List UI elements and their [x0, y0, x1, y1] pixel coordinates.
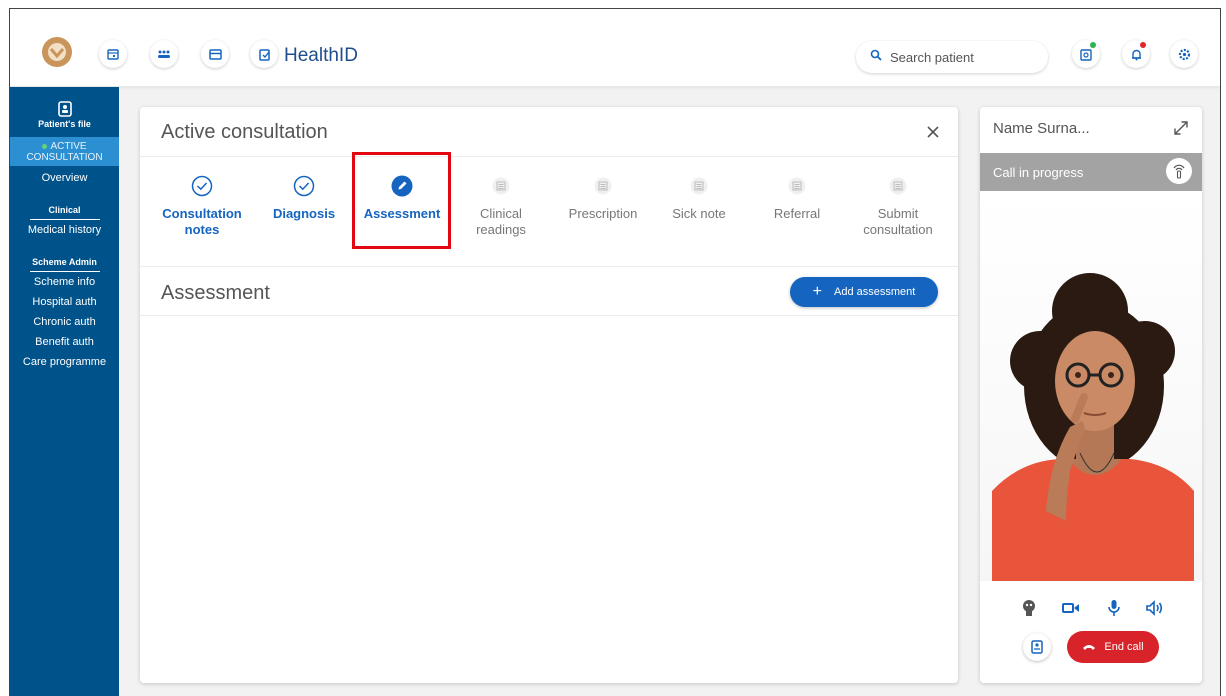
patient-video-image	[992, 273, 1194, 581]
sidebar: Patient's file ACTIVE CONSULTATION Overv…	[10, 87, 119, 696]
search-icon	[870, 48, 882, 66]
appointments-icon[interactable]	[1072, 40, 1100, 68]
notifications-status-dot	[1140, 42, 1146, 48]
step-label: Consultation notes	[162, 206, 242, 237]
avatar-icon[interactable]	[1018, 597, 1040, 619]
video-camera-icon[interactable]	[1060, 597, 1082, 619]
step-label: Diagnosis	[272, 206, 336, 221]
add-assessment-button[interactable]: + Add assessment	[790, 277, 938, 307]
step-submit-consultation[interactable]: Submit consultation	[852, 175, 944, 238]
call-status: Call in progress	[993, 165, 1084, 180]
add-assessment-label: Add assessment	[834, 286, 916, 298]
check-circle-icon	[293, 175, 315, 197]
sidebar-item-benefit-auth[interactable]: Benefit auth	[10, 331, 119, 351]
sidebar-heading-clinical: Clinical	[48, 205, 81, 215]
sidebar-divider	[29, 271, 100, 272]
phone-hangup-icon	[1083, 645, 1096, 650]
sidebar-item-medical-history[interactable]: Medical history	[10, 221, 119, 242]
sidebar-heading-scheme-admin: Scheme Admin	[32, 257, 97, 267]
microphone-icon[interactable]	[1103, 597, 1125, 619]
card-title: Active consultation	[161, 121, 328, 143]
card-icon[interactable]	[201, 40, 229, 68]
check-circle-icon	[191, 175, 213, 197]
sidebar-item-active-consultation[interactable]: ACTIVE CONSULTATION	[10, 137, 119, 166]
section-title: Assessment	[161, 282, 270, 304]
end-call-button[interactable]: End call	[1067, 631, 1159, 663]
logo-icon[interactable]	[42, 37, 72, 67]
switch-device-icon[interactable]	[1023, 633, 1051, 661]
document-icon	[688, 175, 710, 197]
end-call-label: End call	[1104, 641, 1144, 653]
sidebar-item-chronic-auth[interactable]: Chronic auth	[10, 311, 119, 331]
speaker-icon[interactable]	[1143, 597, 1165, 619]
sidebar-item-overview[interactable]: Overview	[10, 166, 119, 190]
header-divider	[140, 156, 958, 157]
appointments-status-dot	[1090, 42, 1096, 48]
step-sick-note[interactable]: Sick note	[664, 175, 734, 222]
patient-file-icon	[10, 101, 119, 119]
step-clinical-readings[interactable]: Clinical readings	[464, 175, 538, 238]
patient-video-feed	[980, 191, 1202, 581]
step-label: Prescription	[568, 206, 638, 221]
step-referral[interactable]: Referral	[762, 175, 832, 222]
document-icon	[887, 175, 909, 197]
document-icon	[592, 175, 614, 197]
call-controls	[980, 597, 1202, 621]
sidebar-item-hospital-auth[interactable]: Hospital auth	[10, 291, 119, 311]
call-status-bar: Call in progress	[980, 153, 1202, 191]
top-bar: HealthID	[10, 9, 1220, 87]
step-label: Clinical readings	[476, 206, 526, 237]
current-step-highlight	[352, 152, 451, 249]
step-diagnosis[interactable]: Diagnosis	[268, 175, 340, 222]
sidebar-item-care-programme[interactable]: Care programme	[10, 351, 119, 371]
step-label: Sick note	[672, 206, 726, 221]
notifications-icon[interactable]	[1122, 40, 1150, 68]
document-icon	[490, 175, 512, 197]
patients-file-link[interactable]: Patient's file	[10, 87, 119, 129]
signal-icon[interactable]	[1166, 158, 1192, 184]
active-consultation-label: ACTIVE CONSULTATION	[26, 141, 103, 163]
patients-icon[interactable]	[150, 40, 178, 68]
sidebar-divider	[29, 219, 100, 220]
search-input[interactable]	[890, 49, 1030, 65]
calendar-icon[interactable]	[99, 40, 127, 68]
app-title: HealthID	[284, 45, 358, 66]
document-icon	[786, 175, 808, 197]
close-icon[interactable]	[922, 121, 944, 143]
active-status-dot	[42, 143, 48, 149]
section-divider	[140, 315, 958, 316]
step-consultation-notes[interactable]: Consultation notes	[162, 175, 242, 238]
search-box[interactable]	[856, 41, 1048, 73]
step-prescription[interactable]: Prescription	[560, 175, 646, 222]
consultation-card: Active consultation Consultation notes Di…	[140, 107, 958, 683]
step-label: Referral	[773, 206, 821, 221]
clipboard-icon[interactable]	[250, 40, 278, 68]
settings-gear-icon[interactable]	[1170, 40, 1198, 68]
app-window: HealthID Patient's file ACTIVE CO	[9, 8, 1221, 696]
step-label: Submit consultation	[863, 206, 933, 237]
plus-icon: +	[812, 283, 822, 300]
sidebar-item-scheme-info[interactable]: Scheme info	[10, 273, 119, 291]
steps-divider	[140, 266, 958, 267]
expand-icon[interactable]	[1172, 119, 1190, 142]
caller-name: Name Surna...	[993, 120, 1090, 137]
patients-file-label: Patient's file	[38, 119, 91, 129]
video-call-panel: Name Surna... Call in progress End call	[980, 107, 1202, 683]
